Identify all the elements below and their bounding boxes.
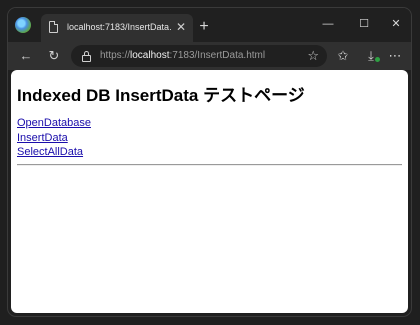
horizontal-rule — [17, 164, 402, 166]
url-rest: :7183/InsertData.html — [169, 50, 266, 61]
maximize-icon[interactable]: ☐ — [354, 16, 374, 32]
link-list: OpenDatabase InsertData SelectAllData — [17, 116, 91, 160]
page-title: Indexed DB InsertData テストページ — [17, 86, 305, 105]
minimize-icon[interactable]: — — [318, 16, 338, 32]
lock-icon[interactable] — [82, 51, 91, 62]
close-icon[interactable]: ✕ — [175, 20, 187, 34]
toolbar: ← ↻ https://localhost:7183/InsertData.ht… — [8, 42, 411, 70]
url-text[interactable]: https://localhost:7183/InsertData.html — [100, 50, 265, 61]
select-all-data-link[interactable]: SelectAllData — [17, 145, 91, 160]
tab-strip: localhost:7183/InsertData.html ✕ + — ☐ ✕ — [8, 8, 411, 42]
url-prefix: https:// — [100, 50, 131, 61]
close-window-icon[interactable]: ✕ — [386, 16, 406, 32]
refresh-icon[interactable]: ↻ — [45, 48, 63, 64]
tab-active[interactable]: localhost:7183/InsertData.html ✕ — [41, 14, 193, 42]
browser-logo-icon[interactable] — [15, 17, 31, 33]
page-viewport: Indexed DB InsertData テストページ OpenDatabas… — [11, 70, 408, 313]
download-status-badge — [375, 57, 380, 62]
favorite-star-icon[interactable]: ☆ — [307, 48, 319, 64]
more-menu-icon[interactable]: ⋯ — [386, 48, 404, 64]
tab-title: localhost:7183/InsertData.html — [67, 22, 172, 32]
page-icon — [49, 21, 58, 33]
back-arrow-icon[interactable]: ← — [17, 48, 35, 64]
favorites-icon[interactable]: ✩ — [334, 48, 352, 64]
browser-window: localhost:7183/InsertData.html ✕ + — ☐ ✕… — [8, 8, 411, 316]
url-host: localhost — [130, 50, 170, 61]
insert-data-link[interactable]: InsertData — [17, 131, 91, 146]
open-database-link[interactable]: OpenDatabase — [17, 116, 91, 131]
new-tab-button[interactable]: + — [196, 19, 212, 36]
address-bar[interactable]: https://localhost:7183/InsertData.html ☆ — [71, 45, 327, 67]
